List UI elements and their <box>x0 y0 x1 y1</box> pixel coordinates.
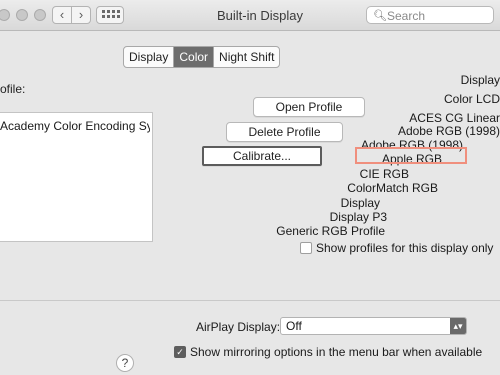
list-item[interactable]: Academy Color Encoding Sy... <box>0 119 150 133</box>
forward-button[interactable]: › <box>71 6 91 24</box>
back-button[interactable]: ‹ <box>52 6 72 24</box>
menu-item-colormatch-rgb[interactable]: ColorMatch RGB <box>347 181 438 195</box>
show-all-button[interactable] <box>96 6 124 24</box>
help-button[interactable]: ? <box>116 354 134 372</box>
highlight-outline <box>355 147 467 164</box>
show-mirroring-label: Show mirroring options in the menu bar w… <box>190 345 483 359</box>
menu-item-adobe-rgb[interactable]: Adobe RGB (1998) <box>398 124 500 138</box>
minimize-window-button[interactable] <box>16 9 28 21</box>
menu-item-cie-rgb[interactable]: CIE RGB <box>360 167 409 181</box>
tab-color[interactable]: Color <box>174 47 215 67</box>
show-mirroring-checkbox[interactable]: ✓ <box>174 346 186 358</box>
menu-item-generic-rgb[interactable]: Generic RGB Profile <box>276 224 385 238</box>
window-title: Built-in Display <box>217 8 303 23</box>
tab-night-shift[interactable]: Night Shift <box>214 47 279 67</box>
grid-icon <box>102 10 105 13</box>
search-field[interactable]: 🔍︎ <box>366 6 494 24</box>
show-profiles-checkbox[interactable] <box>300 242 312 254</box>
menu-item-aces-cg-linear[interactable]: ACES CG Linear <box>409 111 500 125</box>
show-profiles-label: Show profiles for this display only <box>316 241 494 255</box>
airplay-display-select[interactable]: Off ▴▾ <box>280 317 467 335</box>
chevron-updown-icon: ▴▾ <box>450 318 466 334</box>
menu-item-display[interactable]: Display <box>341 196 380 210</box>
display-profile-label: ofile: <box>0 82 26 96</box>
menu-item-color-lcd[interactable]: Color LCD <box>444 92 500 106</box>
airplay-display-value: Off <box>286 319 302 333</box>
tab-bar: Display Color Night Shift <box>123 46 281 68</box>
tab-display[interactable]: Display <box>124 47 175 67</box>
divider <box>0 300 500 301</box>
zoom-window-button[interactable] <box>34 9 46 21</box>
title-bar: ‹ › Built-in Display 🔍︎ <box>0 0 500 31</box>
menu-item-display-p3[interactable]: Display P3 <box>330 210 387 224</box>
profile-list[interactable]: Academy Color Encoding Sy... <box>0 112 153 242</box>
close-window-button[interactable] <box>0 9 10 21</box>
airplay-display-label: AirPlay Display: <box>196 320 281 334</box>
menu-item-display-header: Display <box>460 73 500 87</box>
search-input[interactable] <box>385 8 493 24</box>
